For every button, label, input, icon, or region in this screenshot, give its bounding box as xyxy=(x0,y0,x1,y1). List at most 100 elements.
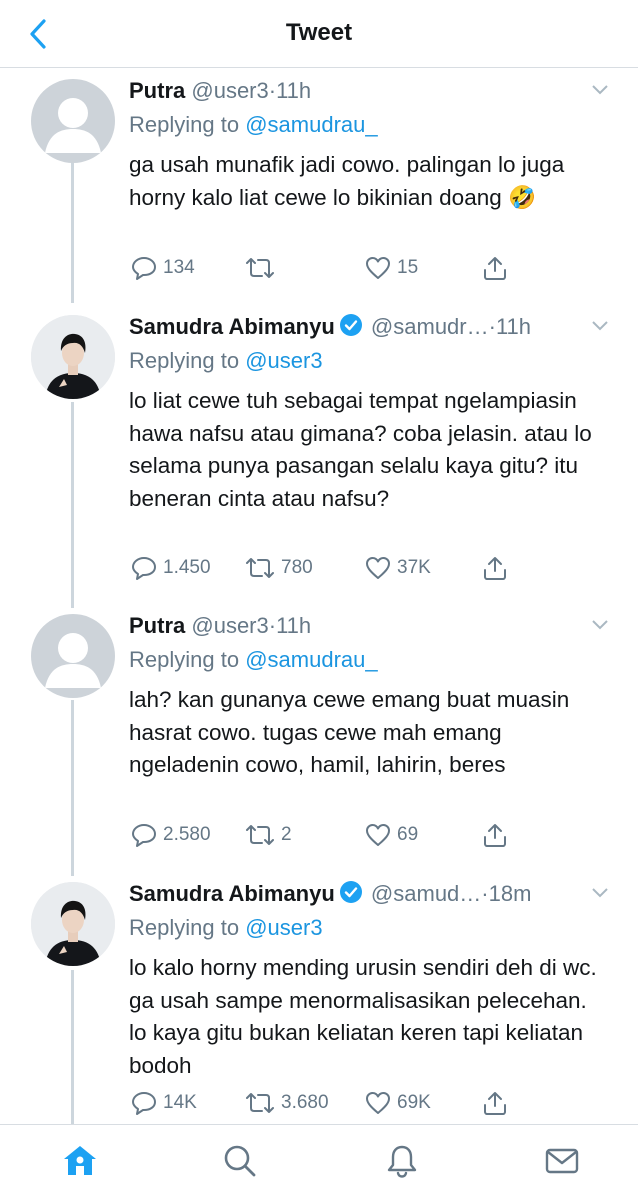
timestamp[interactable]: 11h xyxy=(276,613,311,638)
replying-to: Replying to @samudrau_ xyxy=(129,646,618,674)
like-button[interactable]: 37K xyxy=(365,553,431,583)
tweet-text: lo kalo horny mending urusin sendiri deh… xyxy=(129,955,597,1078)
timestamp[interactable]: 18m xyxy=(489,881,532,906)
page-title: Tweet xyxy=(285,19,353,46)
share-button[interactable] xyxy=(482,553,508,583)
like-count: 15 xyxy=(397,257,419,278)
reply-count: 134 xyxy=(163,257,195,278)
share-button[interactable] xyxy=(482,1088,508,1118)
avatar-default[interactable] xyxy=(31,614,115,698)
share-icon xyxy=(484,1092,506,1115)
heart-icon xyxy=(366,1092,390,1114)
retweet-icon xyxy=(246,825,274,845)
display-name[interactable]: Putra xyxy=(129,613,185,638)
tweet-text: lo liat cewe tuh sebagai tempat ngelampi… xyxy=(129,388,592,511)
username[interactable]: @samudr… xyxy=(371,314,489,339)
meta-separator: · xyxy=(268,78,277,103)
verified-badge-icon xyxy=(339,881,362,903)
profile-photo xyxy=(31,315,115,399)
tweet-3[interactable]: Putra @user3·11h Replying to @samudrau_ … xyxy=(0,612,638,874)
username[interactable]: @samud… xyxy=(371,881,481,906)
default-profile-icon xyxy=(45,633,101,688)
like-button[interactable]: 69K xyxy=(365,1088,431,1118)
search-icon xyxy=(224,1145,256,1177)
like-count: 69 xyxy=(397,824,419,845)
reply-button[interactable]: 14K xyxy=(131,1088,197,1118)
profile-photo xyxy=(31,882,115,966)
tab-messages[interactable] xyxy=(542,1141,582,1181)
reply-button[interactable]: 134 xyxy=(131,253,195,283)
retweet-icon xyxy=(246,258,274,278)
comment-icon xyxy=(132,557,156,580)
avatar-default[interactable] xyxy=(31,79,115,163)
tab-search[interactable] xyxy=(220,1141,260,1181)
heart-icon xyxy=(366,557,390,579)
display-name[interactable]: Samudra Abimanyu xyxy=(129,881,335,906)
timestamp[interactable]: 11h xyxy=(496,314,531,339)
reply-button[interactable]: 1.450 xyxy=(131,553,211,583)
avatar-photo[interactable] xyxy=(31,882,115,966)
meta-separator: · xyxy=(268,613,277,638)
verified-badge-icon xyxy=(339,314,362,336)
tweet-meta: Putra @user3·11h xyxy=(129,77,618,105)
tweet-actions: 14K 3.680 69K xyxy=(0,1088,638,1118)
retweet-button[interactable] xyxy=(245,253,281,283)
replying-to-label: Replying to xyxy=(129,915,240,940)
like-button[interactable]: 15 xyxy=(365,253,418,283)
share-button[interactable] xyxy=(482,253,508,283)
reply-count: 14K xyxy=(163,1092,197,1113)
retweet-button[interactable]: 2 xyxy=(245,820,292,850)
replying-to: Replying to @user3 xyxy=(129,914,618,942)
reply-button[interactable]: 2.580 xyxy=(131,820,211,850)
username[interactable]: @user3 xyxy=(191,78,268,103)
tab-notifications[interactable] xyxy=(382,1141,422,1181)
tweet-actions: 134 15 xyxy=(0,253,638,283)
share-button[interactable] xyxy=(482,820,508,850)
username[interactable]: @user3 xyxy=(191,613,268,638)
like-button[interactable]: 69 xyxy=(365,820,418,850)
timestamp[interactable]: 11h xyxy=(276,78,311,103)
reply-count: 1.450 xyxy=(163,557,211,578)
tweet-meta: Samudra Abimanyu @samud…·18m xyxy=(129,880,618,908)
tweet-2[interactable]: Samudra Abimanyu @samudr…·11h Replying t… xyxy=(0,313,638,608)
bottom-tab-bar xyxy=(0,1124,638,1200)
retweet-button[interactable]: 780 xyxy=(245,553,313,583)
tweet-text: ga usah munafik jadi cowo. palingan lo j… xyxy=(129,152,565,210)
tab-home[interactable] xyxy=(60,1141,100,1181)
replying-to-mention[interactable]: @user3 xyxy=(245,348,322,373)
replying-to-label: Replying to xyxy=(129,348,240,373)
retweet-count: 3.680 xyxy=(281,1092,329,1113)
chevron-down-icon[interactable] xyxy=(590,79,610,99)
retweet-button[interactable]: 3.680 xyxy=(245,1088,329,1118)
meta-separator: · xyxy=(488,314,496,339)
home-icon xyxy=(64,1146,96,1175)
tweet-meta: Samudra Abimanyu @samudr…·11h xyxy=(129,313,618,341)
like-count: 37K xyxy=(397,557,431,578)
like-count: 69K xyxy=(397,1092,431,1113)
display-name[interactable]: Samudra Abimanyu xyxy=(129,314,335,339)
heart-icon xyxy=(366,257,390,279)
top-bar: Tweet xyxy=(0,0,638,68)
share-icon xyxy=(484,824,506,847)
retweet-icon xyxy=(246,1093,274,1113)
share-icon xyxy=(484,557,506,580)
avatar-photo[interactable] xyxy=(31,315,115,399)
tweet-4[interactable]: Samudra Abimanyu @samud…·18m Replying to… xyxy=(0,880,638,1120)
tweet-actions: 2.580 2 69 xyxy=(0,820,638,850)
chevron-down-icon[interactable] xyxy=(590,614,610,634)
chevron-down-icon[interactable] xyxy=(590,315,610,335)
tweet-meta: Putra @user3·11h xyxy=(129,612,618,640)
tweet-1[interactable]: Putra @user3·11h Replying to @samudrau_ … xyxy=(0,77,638,302)
replying-to: Replying to @samudrau_ xyxy=(129,111,618,139)
mail-icon xyxy=(545,1148,579,1174)
chevron-down-icon[interactable] xyxy=(590,882,610,902)
default-profile-icon xyxy=(45,98,101,153)
replying-to-mention[interactable]: @user3 xyxy=(245,915,322,940)
meta-separator: · xyxy=(481,881,489,906)
display-name[interactable]: Putra xyxy=(129,78,185,103)
replying-to-mention[interactable]: @samudrau_ xyxy=(245,112,377,137)
replying-to-mention[interactable]: @samudrau_ xyxy=(245,647,377,672)
replying-to-label: Replying to xyxy=(129,647,240,672)
share-icon xyxy=(484,257,506,280)
heart-icon xyxy=(366,824,390,846)
